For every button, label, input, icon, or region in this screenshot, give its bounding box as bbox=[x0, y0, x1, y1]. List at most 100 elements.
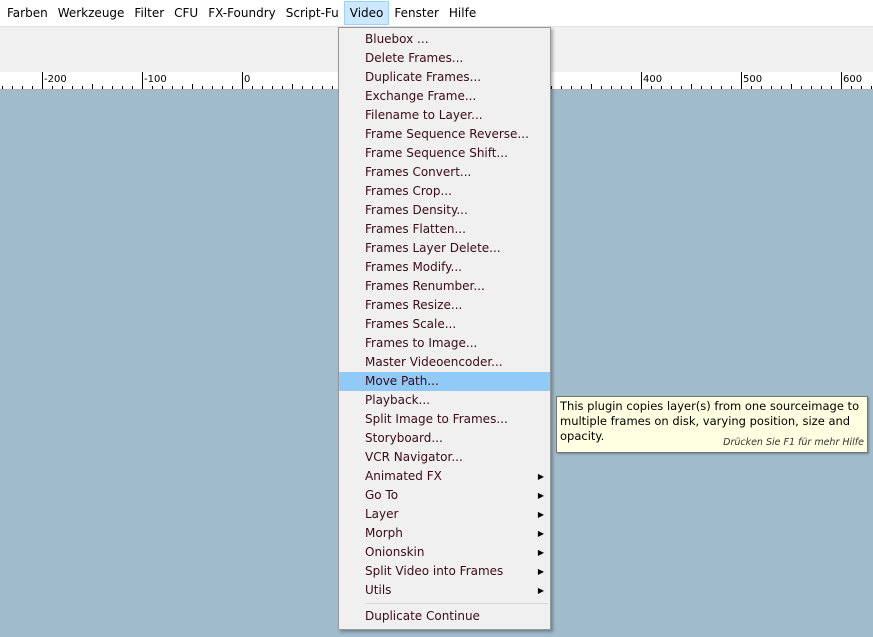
ruler-tick bbox=[741, 72, 742, 89]
ruler-tick bbox=[242, 72, 243, 89]
ruler-tick bbox=[731, 86, 732, 89]
menu-item-duplicate-frames[interactable]: Duplicate Frames... bbox=[339, 68, 550, 87]
ruler-label: -100 bbox=[144, 74, 167, 85]
menu-item-label: Frame Sequence Shift... bbox=[365, 146, 508, 160]
ruler-tick bbox=[751, 86, 752, 89]
menu-item-label: Animated FX bbox=[365, 469, 442, 483]
menu-item-label: Morph bbox=[365, 526, 403, 540]
menu-item-frame-sequence-reverse[interactable]: Frame Sequence Reverse... bbox=[339, 125, 550, 144]
menu-item-storyboard[interactable]: Storyboard... bbox=[339, 429, 550, 448]
ruler-tick bbox=[312, 86, 313, 89]
ruler-tick bbox=[32, 86, 33, 89]
ruler-tick bbox=[551, 86, 552, 89]
menu-item-label: Split Image to Frames... bbox=[365, 412, 508, 426]
menu-item-frames-renumber[interactable]: Frames Renumber... bbox=[339, 277, 550, 296]
menu-item-move-path[interactable]: Move Path... bbox=[339, 372, 550, 391]
ruler-tick bbox=[22, 86, 23, 89]
menu-item-label: Frames to Image... bbox=[365, 336, 478, 350]
ruler-tick bbox=[641, 72, 642, 89]
ruler-tick bbox=[232, 86, 233, 89]
ruler-tick bbox=[42, 72, 43, 89]
ruler-tick bbox=[292, 84, 293, 89]
ruler-tick bbox=[721, 86, 722, 89]
menu-fx-foundry[interactable]: FX-Foundry bbox=[203, 1, 281, 25]
menu-item-frames-convert[interactable]: Frames Convert... bbox=[339, 163, 550, 182]
menu-farben[interactable]: Farben bbox=[2, 1, 53, 25]
ruler-tick bbox=[2, 86, 3, 89]
menu-item-frames-to-image[interactable]: Frames to Image... bbox=[339, 334, 550, 353]
menu-item-go-to[interactable]: Go To ▶ bbox=[339, 486, 550, 505]
menu-item-label: Frames Crop... bbox=[365, 184, 452, 198]
ruler-label: 600 bbox=[843, 74, 863, 85]
menu-script-fu[interactable]: Script-Fu bbox=[281, 1, 344, 25]
menu-item-frames-layer-delete[interactable]: Frames Layer Delete... bbox=[339, 239, 550, 258]
menu-item-layer[interactable]: Layer ▶ bbox=[339, 505, 550, 524]
ruler-tick bbox=[781, 86, 782, 89]
menu-item-duplicate-continue[interactable]: Duplicate Continue bbox=[339, 607, 550, 626]
menu-item-label: Frames Renumber... bbox=[365, 279, 485, 293]
menu-item-split-image-to-frames[interactable]: Split Image to Frames... bbox=[339, 410, 550, 429]
menu-item-label: Move Path... bbox=[365, 374, 439, 388]
ruler-tick bbox=[62, 86, 63, 89]
menu-item-label: Filename to Layer... bbox=[365, 108, 483, 122]
submenu-arrow-icon: ▶ bbox=[537, 567, 544, 576]
menu-item-label: Frames Layer Delete... bbox=[365, 241, 501, 255]
ruler-tick bbox=[162, 86, 163, 89]
ruler-tick bbox=[12, 86, 13, 89]
menu-item-bluebox[interactable]: Bluebox ... bbox=[339, 30, 550, 49]
ruler-tick bbox=[282, 86, 283, 89]
menu-filter[interactable]: Filter bbox=[129, 1, 169, 25]
ruler-label: 0 bbox=[244, 74, 251, 85]
menu-item-label: Playback... bbox=[365, 393, 430, 407]
menu-video[interactable]: Video bbox=[343, 1, 390, 25]
menu-item-exchange-frame[interactable]: Exchange Frame... bbox=[339, 87, 550, 106]
ruler-tick bbox=[332, 86, 333, 89]
menu-item-label: Duplicate Frames... bbox=[365, 70, 482, 84]
menu-item-utils[interactable]: Utils ▶ bbox=[339, 581, 550, 600]
menu-item-frames-scale[interactable]: Frames Scale... bbox=[339, 315, 550, 334]
menu-item-label: Frames Resize... bbox=[365, 298, 463, 312]
menu-werkzeuge[interactable]: Werkzeuge bbox=[53, 1, 130, 25]
menu-item-label: Layer bbox=[365, 507, 399, 521]
ruler-tick bbox=[691, 84, 692, 89]
tooltip-help-hint: Drücken Sie F1 für mehr Hilfe bbox=[723, 437, 864, 448]
ruler-tick bbox=[621, 86, 622, 89]
menu-item-label: Go To bbox=[365, 488, 399, 502]
ruler-tick bbox=[262, 86, 263, 89]
ruler-tick bbox=[302, 86, 303, 89]
menu-hilfe[interactable]: Hilfe bbox=[444, 1, 481, 25]
ruler-tick bbox=[831, 86, 832, 89]
menu-item-filename-to-layer[interactable]: Filename to Layer... bbox=[339, 106, 550, 125]
menu-item-frames-modify[interactable]: Frames Modify... bbox=[339, 258, 550, 277]
menu-item-label: Delete Frames... bbox=[365, 51, 464, 65]
ruler-tick bbox=[821, 86, 822, 89]
menu-item-onionskin[interactable]: Onionskin ▶ bbox=[339, 543, 550, 562]
menu-item-label: Split Video into Frames bbox=[365, 564, 504, 578]
ruler-tick bbox=[82, 86, 83, 89]
menu-item-label: Exchange Frame... bbox=[365, 89, 477, 103]
submenu-arrow-icon: ▶ bbox=[537, 491, 544, 500]
menu-item-master-videoencoder[interactable]: Master Videoencoder... bbox=[339, 353, 550, 372]
menu-item-frames-flatten[interactable]: Frames Flatten... bbox=[339, 220, 550, 239]
menu-item-frame-sequence-shift[interactable]: Frame Sequence Shift... bbox=[339, 144, 550, 163]
ruler-tick bbox=[182, 86, 183, 89]
ruler-label: -200 bbox=[44, 74, 67, 85]
submenu-arrow-icon: ▶ bbox=[537, 510, 544, 519]
menu-item-frames-resize[interactable]: Frames Resize... bbox=[339, 296, 550, 315]
menu-fenster[interactable]: Fenster bbox=[389, 1, 444, 25]
menu-item-delete-frames[interactable]: Delete Frames... bbox=[339, 49, 550, 68]
menu-item-frames-density[interactable]: Frames Density... bbox=[339, 201, 550, 220]
menu-item-playback[interactable]: Playback... bbox=[339, 391, 550, 410]
menu-item-animated-fx[interactable]: Animated FX ▶ bbox=[339, 467, 550, 486]
menu-item-frames-crop[interactable]: Frames Crop... bbox=[339, 182, 550, 201]
menu-item-split-video-into-frames[interactable]: Split Video into Frames ▶ bbox=[339, 562, 550, 581]
ruler-tick bbox=[102, 86, 103, 89]
ruler-tick bbox=[192, 84, 193, 89]
menu-item-vcr-navigator[interactable]: VCR Navigator... bbox=[339, 448, 550, 467]
ruler-label: 400 bbox=[643, 74, 663, 85]
menu-cfu[interactable]: CFU bbox=[169, 1, 203, 25]
ruler-tick bbox=[122, 86, 123, 89]
menu-item-morph[interactable]: Morph ▶ bbox=[339, 524, 550, 543]
ruler-tick bbox=[152, 86, 153, 89]
ruler-tick bbox=[701, 86, 702, 89]
